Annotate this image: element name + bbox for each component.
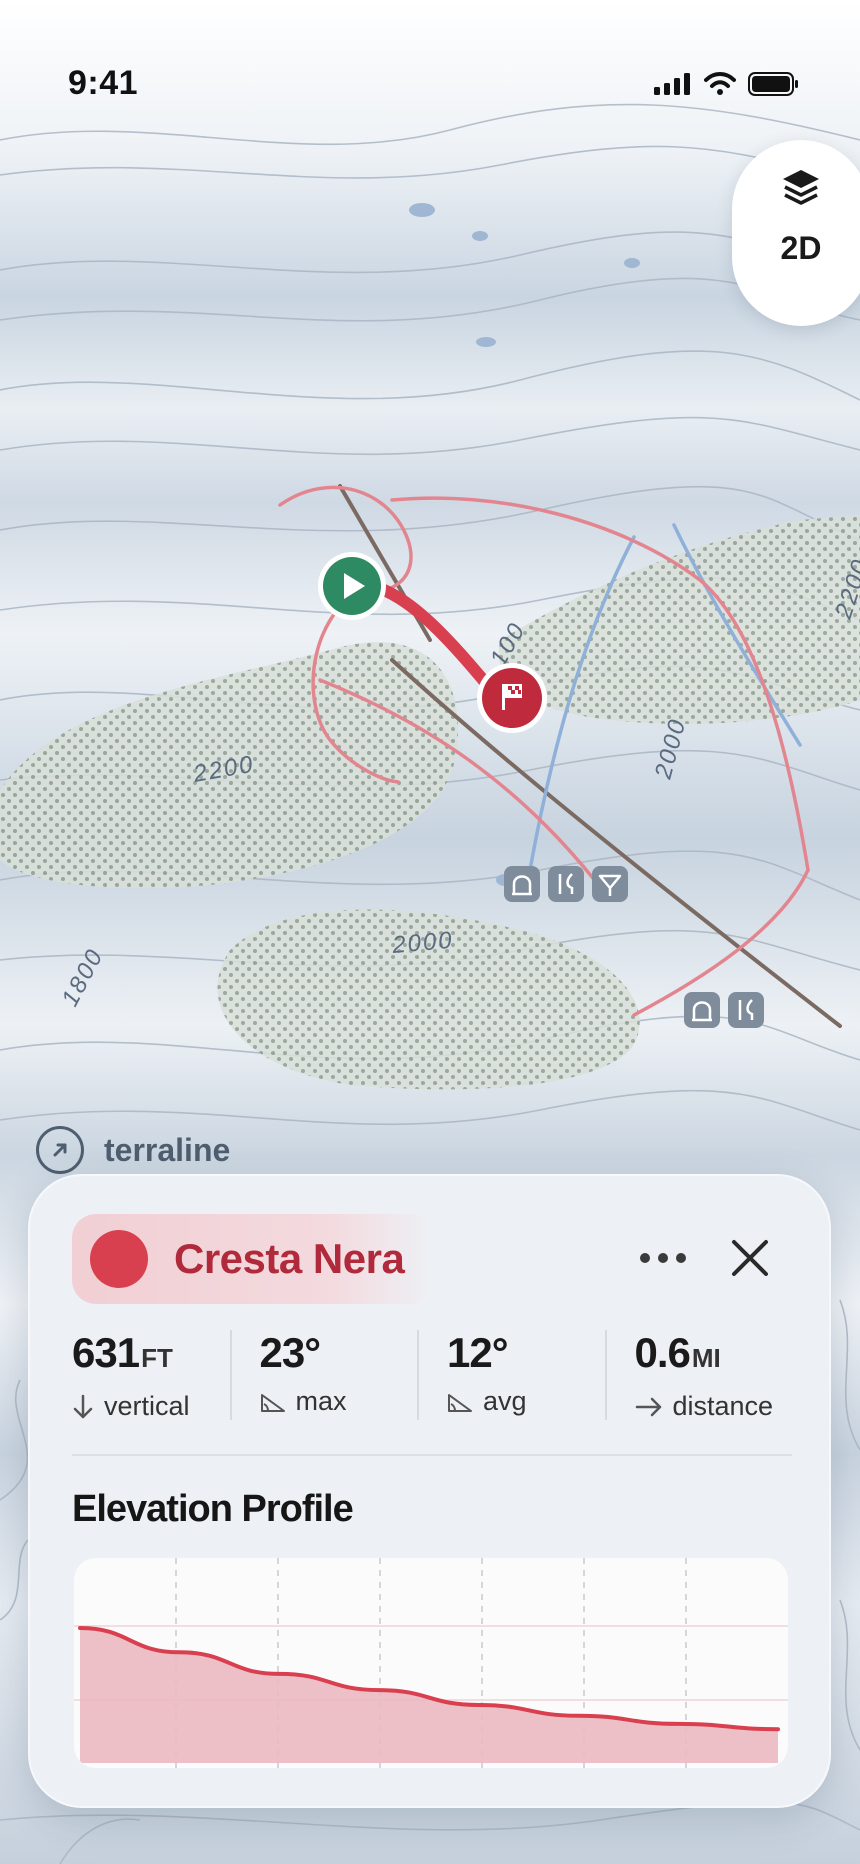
divider [72,1454,792,1456]
run-title-badge: Cresta Nera [72,1214,437,1304]
dot [676,1253,686,1263]
slope-icon [448,1393,472,1412]
stat-label: max [295,1386,347,1416]
stat-value: 23° [259,1329,322,1376]
status-time: 9:41 [68,64,139,102]
arrow-down-icon [73,1394,93,1418]
stat-max-slope: 23° max [229,1329,418,1420]
run-title: Cresta Nera [174,1235,405,1282]
brand-logo: terraline [36,1126,230,1174]
contour-label: 2000 [390,927,455,959]
compass-arrow-icon [36,1126,84,1174]
stat-unit: FT [141,1343,173,1373]
map-layer-control: 2D [732,140,860,326]
elevation-profile-chart[interactable] [74,1558,788,1768]
cellular-signal-icon [654,73,690,95]
lodge-icon[interactable] [684,992,720,1028]
stat-distance: 0.6MI distance [604,1329,793,1421]
run-details-sheet: Cresta Nera 631FT vertical 23° max 12° a… [28,1174,831,1808]
restaurant-icon[interactable] [728,992,764,1028]
battery-icon [748,72,798,96]
bar-icon[interactable] [592,866,628,902]
run-stats: 631FT vertical 23° max 12° avg 0.6MI dis… [72,1329,793,1422]
restaurant-icon[interactable] [548,866,584,902]
lodge-icon[interactable] [504,866,540,902]
run-start-marker[interactable] [318,552,386,620]
wifi-icon [704,72,736,95]
stat-value: 12° [447,1329,509,1376]
slope-icon [260,1393,285,1412]
elevation-profile-title: Elevation Profile [72,1488,354,1530]
dot [640,1253,650,1263]
dot [658,1253,668,1263]
layers-icon[interactable] [777,164,825,212]
stat-value: 631 [72,1329,140,1376]
run-color-dot [90,1230,148,1288]
status-icons [654,72,800,96]
stat-label: avg [483,1386,527,1416]
stat-vertical: 631FT vertical [72,1329,230,1422]
2d-toggle-button[interactable]: 2D [781,230,822,267]
close-icon [732,1240,768,1276]
more-options-button[interactable] [630,1238,696,1278]
stat-avg-slope: 12° avg [417,1330,605,1420]
arrow-right-icon [635,1397,661,1416]
stat-value: 0.6 [634,1329,691,1376]
stat-label: distance [672,1391,774,1421]
close-button[interactable] [720,1228,780,1288]
brand-name: terraline [104,1131,231,1168]
run-finish-marker[interactable] [477,663,547,733]
elevation-chart-svg [74,1558,788,1768]
stat-label: vertical [104,1391,190,1421]
stat-unit: MI [691,1343,721,1373]
